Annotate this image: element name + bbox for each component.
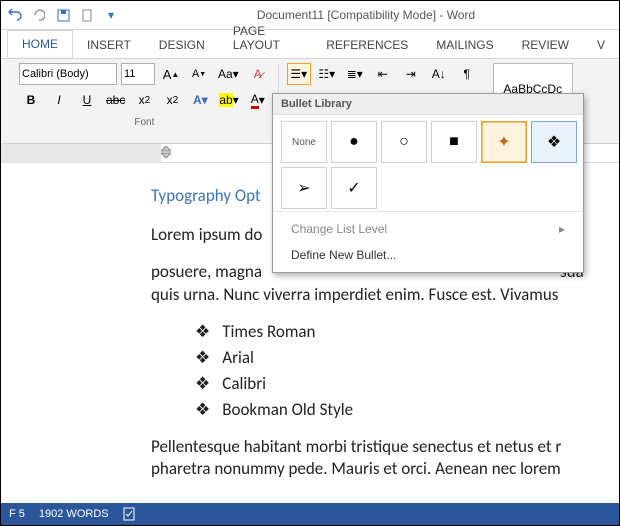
bullet-disc[interactable]: ● <box>331 121 377 163</box>
define-new-bullet[interactable]: Define New Bullet... <box>273 242 583 268</box>
ruler-margin <box>1 144 161 162</box>
list-item: Bookman Old Style <box>195 399 615 422</box>
highlight-icon[interactable]: ab▾ <box>216 89 241 111</box>
multilevel-button[interactable]: ≣▾ <box>343 63 367 85</box>
numbering-button[interactable]: ☷▾ <box>315 63 339 85</box>
para5: pharetra nonummy pede. Mauris et orci. A… <box>151 458 615 481</box>
tab-view[interactable]: V <box>583 32 619 58</box>
font-size-select[interactable] <box>121 63 155 85</box>
quick-access-toolbar: ▾ <box>7 7 119 23</box>
bullet-list: Times Roman Arial Calibri Bookman Old St… <box>195 321 615 422</box>
text-effects-icon[interactable]: A▾ <box>188 89 212 111</box>
bullet-square[interactable]: ■ <box>431 121 477 163</box>
word-count[interactable]: 1902 WORDS <box>39 508 109 520</box>
page-indicator[interactable]: F 5 <box>9 508 25 520</box>
tab-page-layout[interactable]: PAGE LAYOUT <box>219 18 312 58</box>
list-item: Calibri <box>195 373 615 396</box>
list-item: Arial <box>195 347 615 370</box>
ribbon-tabs: HOME INSERT DESIGN PAGE LAYOUT REFERENCE… <box>1 30 619 58</box>
strikethrough-icon[interactable]: abc <box>103 89 128 111</box>
bold-button[interactable]: B <box>19 89 43 111</box>
bullet-arrow[interactable]: ➢ <box>281 167 327 209</box>
change-case-icon[interactable]: Aa▾ <box>215 63 242 85</box>
popup-menu: Change List Level ▸ Define New Bullet... <box>273 211 583 272</box>
spellcheck-icon[interactable] <box>123 507 137 521</box>
list-item: Times Roman <box>195 321 615 344</box>
tab-insert[interactable]: INSERT <box>73 32 145 58</box>
bullet-circle[interactable]: ○ <box>381 121 427 163</box>
bullet-library-popup: Bullet Library None ● ○ ■ ✦ ❖ ➢ ✓ Change… <box>272 93 584 273</box>
save-icon[interactable] <box>55 7 71 23</box>
bullet-diamond[interactable]: ✦ <box>481 121 527 163</box>
font-group-label: Font <box>134 117 154 128</box>
show-marks-icon[interactable]: ¶ <box>455 63 479 85</box>
bullets-button[interactable]: ☰▾ <box>287 63 311 85</box>
window-title: Document11 [Compatibility Mode] - Word <box>119 8 613 22</box>
redo-icon[interactable] <box>31 7 47 23</box>
change-list-level: Change List Level ▸ <box>273 216 583 242</box>
undo-icon[interactable] <box>7 7 23 23</box>
italic-button[interactable]: I <box>47 89 71 111</box>
grow-font-icon[interactable]: A▲ <box>159 63 183 85</box>
superscript-icon[interactable]: x2 <box>160 89 184 111</box>
indent-marker-icon[interactable] <box>161 146 171 158</box>
qat-more-icon[interactable]: ▾ <box>103 7 119 23</box>
clear-format-icon[interactable]: A̷ <box>246 63 270 85</box>
chevron-right-icon: ▸ <box>559 222 565 236</box>
tab-mailings[interactable]: MAILINGS <box>422 32 507 58</box>
font-family-select[interactable] <box>19 63 117 85</box>
bullet-check[interactable]: ✓ <box>331 167 377 209</box>
tab-references[interactable]: REFERENCES <box>312 32 422 58</box>
tab-design[interactable]: DESIGN <box>145 32 219 58</box>
bullet-four-diamond[interactable]: ❖ <box>531 121 577 163</box>
para4: Pellentesque habitant morbi tristique se… <box>151 436 615 459</box>
shrink-font-icon[interactable]: A▼ <box>187 63 211 85</box>
font-group: A▲ A▼ Aa▾ A̷ B I U abc x2 x2 A▾ ab▾ A▾ F… <box>11 63 279 139</box>
increase-indent-icon[interactable]: ⇥ <box>399 63 423 85</box>
decrease-indent-icon[interactable]: ⇤ <box>371 63 395 85</box>
underline-button[interactable]: U <box>75 89 99 111</box>
subscript-icon[interactable]: x2 <box>132 89 156 111</box>
bullet-grid: None ● ○ ■ ✦ ❖ ➢ ✓ <box>273 115 583 211</box>
font-color-icon[interactable]: A▾ <box>246 89 270 111</box>
new-icon[interactable] <box>79 7 95 23</box>
para3: quis urna. Nunc viverra imperdiet enim. … <box>151 284 615 307</box>
bullet-none[interactable]: None <box>281 121 327 163</box>
tab-home[interactable]: HOME <box>7 30 73 58</box>
tab-review[interactable]: REVIEW <box>508 32 583 58</box>
status-bar: F 5 1902 WORDS <box>1 503 619 525</box>
sort-icon[interactable]: A↓ <box>427 63 451 85</box>
popup-header: Bullet Library <box>273 94 583 115</box>
